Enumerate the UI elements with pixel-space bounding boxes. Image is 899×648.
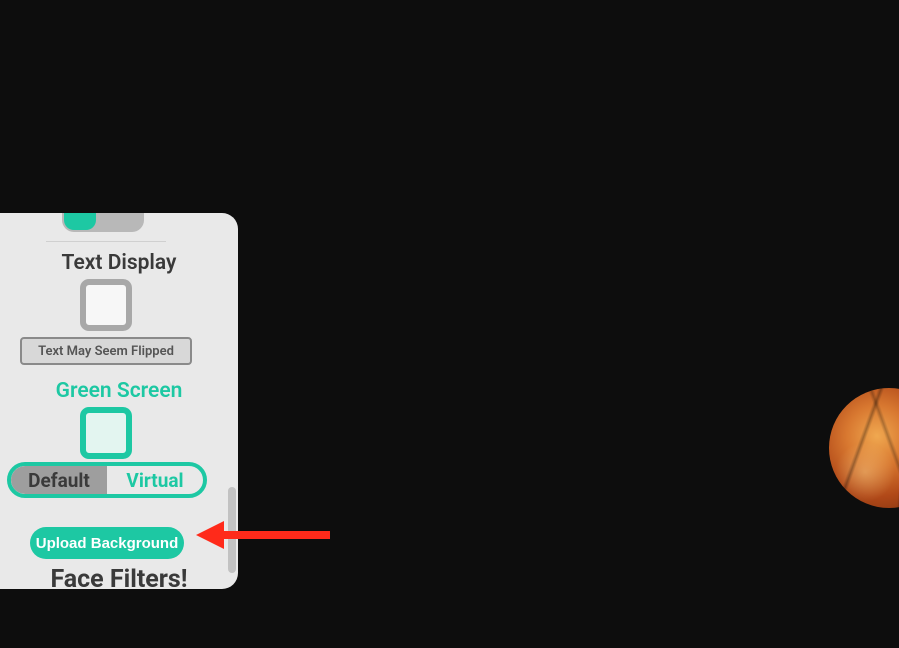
panel-scrollbar[interactable]: [228, 487, 236, 573]
toggle-knob[interactable]: [64, 213, 96, 230]
background-mode-toggle[interactable]: Default Virtual: [7, 462, 207, 498]
divider: [46, 241, 166, 242]
green-screen-checkbox[interactable]: [80, 407, 132, 459]
text-display-heading: Text Display: [0, 251, 238, 275]
settings-panel: Text Display Text May Seem Flipped Green…: [0, 213, 238, 589]
face-filters-heading: Face Filters!: [0, 565, 238, 589]
avatar: [829, 388, 899, 508]
text-display-checkbox[interactable]: [80, 279, 132, 331]
mode-default-option[interactable]: Default: [11, 466, 107, 494]
flip-note-badge: Text May Seem Flipped: [20, 337, 192, 365]
green-screen-heading: Green Screen: [0, 379, 238, 403]
mode-virtual-option[interactable]: Virtual: [107, 466, 203, 494]
upload-background-button[interactable]: Upload Background: [30, 527, 184, 559]
